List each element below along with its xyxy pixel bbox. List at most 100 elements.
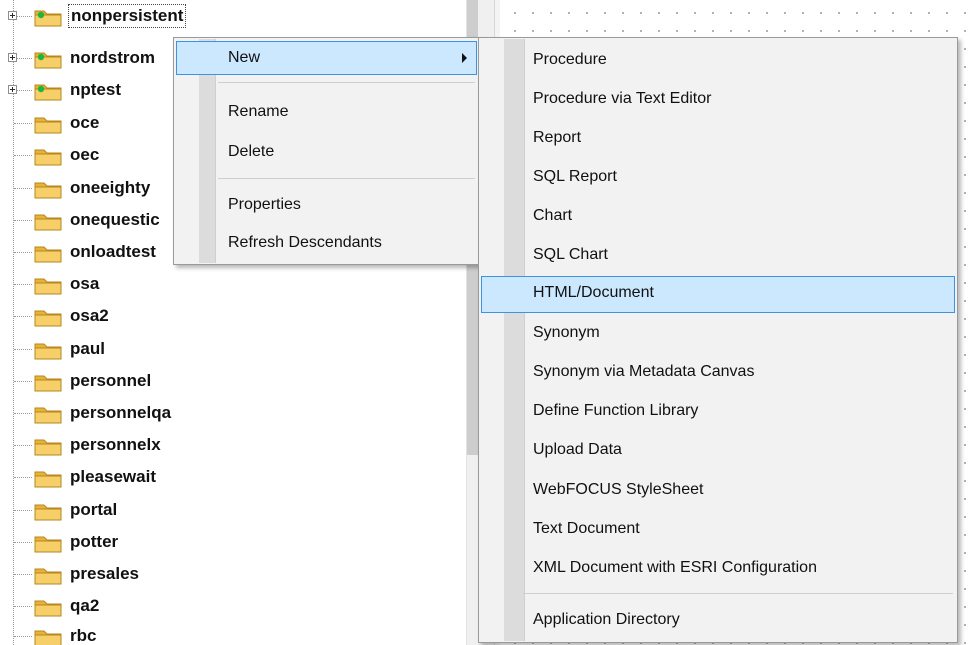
tree-item-label[interactable]: onloadtest: [70, 242, 156, 262]
menu-item-label: New: [228, 49, 261, 66]
tree-item-osa[interactable]: osa: [0, 268, 466, 300]
submenu-item-synonym-via-metadata-canvas[interactable]: Synonym via Metadata Canvas: [481, 355, 955, 389]
tree-item-label[interactable]: osa2: [70, 306, 109, 326]
submenu-item-sql-report[interactable]: SQL Report: [481, 160, 955, 194]
menu-item-label: Upload Data: [533, 441, 622, 458]
menu-item-rename[interactable]: Rename: [176, 95, 477, 129]
tree-branch-line: [14, 413, 32, 414]
tree-item-label[interactable]: personnel: [70, 371, 151, 391]
tree-item-paul[interactable]: paul: [0, 333, 466, 365]
menu-item-label: HTML/Document: [533, 284, 654, 301]
tree-item-label[interactable]: osa: [70, 274, 99, 294]
tree-branch-line: [14, 123, 32, 124]
submenu-item-html-document[interactable]: HTML/Document: [481, 276, 955, 313]
tree-item-qa2[interactable]: qa2: [0, 590, 466, 622]
tree-item-label[interactable]: paul: [70, 339, 105, 359]
tree-branch-line: [14, 445, 32, 446]
tree-item-portal[interactable]: portal: [0, 494, 466, 526]
submenu-item-synonym[interactable]: Synonym: [481, 316, 955, 350]
menu-item-label: Rename: [228, 103, 289, 120]
tree-item-label[interactable]: pleasewait: [70, 467, 156, 487]
tree-item-label[interactable]: oce: [70, 113, 99, 133]
tree-item-label[interactable]: oec: [70, 145, 99, 165]
submenu-item-xml-document-esri[interactable]: XML Document with ESRI Configuration: [481, 551, 955, 585]
tree-item-label[interactable]: nordstrom: [70, 48, 155, 68]
menu-item-label: Report: [533, 129, 582, 146]
folder-icon: [34, 407, 62, 424]
tree-item-potter[interactable]: potter: [0, 526, 466, 558]
submenu-item-application-directory[interactable]: Application Directory: [481, 603, 955, 637]
tree-item-label[interactable]: presales: [70, 564, 139, 584]
folder-icon: [34, 471, 62, 488]
expand-icon[interactable]: [8, 11, 17, 20]
folder-icon: [34, 568, 62, 585]
menu-item-label: XML Document with ESRI Configuration: [533, 559, 817, 576]
tree-item-label[interactable]: oneeighty: [70, 178, 150, 198]
folder-icon: [34, 439, 62, 456]
tree-item-label[interactable]: nptest: [70, 80, 121, 100]
menu-item-label: Text Document: [533, 520, 640, 537]
submenu-item-chart[interactable]: Chart: [481, 199, 955, 233]
menu-item-label: Chart: [533, 207, 573, 224]
tree-branch-line: [14, 349, 32, 350]
tree-branch-line: [14, 188, 32, 189]
menu-item-label: SQL Chart: [533, 246, 608, 263]
folder-icon: [34, 504, 62, 521]
folder-icon: [34, 310, 62, 327]
tree-item-rbc[interactable]: rbc: [0, 620, 466, 645]
submenu-item-sql-chart[interactable]: SQL Chart: [481, 238, 955, 272]
tree-item-personnelqa[interactable]: personnelqa: [0, 397, 466, 429]
folder-icon: [34, 375, 62, 392]
new-submenu: Procedure Procedure via Text Editor Repo…: [478, 37, 958, 643]
menu-item-label: Procedure: [533, 51, 607, 68]
tree-item-label[interactable]: rbc: [70, 626, 96, 645]
submenu-item-webfocus-stylesheet[interactable]: WebFOCUS StyleSheet: [481, 473, 955, 507]
menu-separator: [218, 82, 475, 83]
tree-item-presales[interactable]: presales: [0, 558, 466, 590]
tree-branch-line: [14, 284, 32, 285]
tree-item-osa2[interactable]: osa2: [0, 300, 466, 332]
folder-icon: [34, 214, 62, 231]
menu-item-label: Define Function Library: [533, 402, 699, 419]
submenu-item-upload-data[interactable]: Upload Data: [481, 433, 955, 467]
tree-branch-line: [14, 155, 32, 156]
menu-item-refresh-descendants[interactable]: Refresh Descendants: [176, 226, 477, 260]
tree-item-label[interactable]: qa2: [70, 596, 99, 616]
submenu-item-define-function-library[interactable]: Define Function Library: [481, 394, 955, 428]
folder-icon: [34, 84, 62, 101]
tree-item-label[interactable]: personnelx: [70, 435, 161, 455]
tree-item-personnel[interactable]: personnel: [0, 365, 466, 397]
tree-item-label[interactable]: onequestic: [70, 210, 160, 230]
menu-item-label: Procedure via Text Editor: [533, 90, 712, 107]
tree-branch-line: [14, 636, 32, 637]
tree-branch-line: [14, 477, 32, 478]
submenu-item-text-document[interactable]: Text Document: [481, 512, 955, 546]
menu-item-new[interactable]: New: [176, 41, 477, 75]
folder-icon: [34, 278, 62, 295]
folder-icon: [34, 52, 62, 69]
menu-item-properties[interactable]: Properties: [176, 188, 477, 222]
menu-item-label: Delete: [228, 143, 275, 160]
expand-icon[interactable]: [8, 53, 17, 62]
folder-icon: [34, 600, 62, 617]
menu-item-delete[interactable]: Delete: [176, 135, 477, 169]
submenu-item-procedure-via-text-editor[interactable]: Procedure via Text Editor: [481, 82, 955, 116]
tree-branch-line: [14, 316, 32, 317]
folder-icon: [34, 343, 62, 360]
tree-branch-line: [14, 252, 32, 253]
tree-item-label[interactable]: personnelqa: [70, 403, 171, 423]
tree-item-nonpersistent[interactable]: nonpersistent: [0, 0, 466, 32]
tree-item-label[interactable]: potter: [70, 532, 118, 552]
tree-item-label[interactable]: nonpersistent: [67, 4, 187, 28]
folder-icon: [34, 630, 62, 645]
tree-branch-line: [14, 220, 32, 221]
tree-item-pleasewait[interactable]: pleasewait: [0, 461, 466, 493]
expand-icon[interactable]: [8, 85, 17, 94]
submenu-item-procedure[interactable]: Procedure: [481, 43, 955, 77]
tree-item-label[interactable]: portal: [70, 500, 117, 520]
tree-item-personnelx[interactable]: personnelx: [0, 429, 466, 461]
submenu-item-report[interactable]: Report: [481, 121, 955, 155]
menu-item-label: Properties: [228, 196, 301, 213]
tree-branch-line: [14, 381, 32, 382]
menu-separator: [523, 593, 953, 594]
